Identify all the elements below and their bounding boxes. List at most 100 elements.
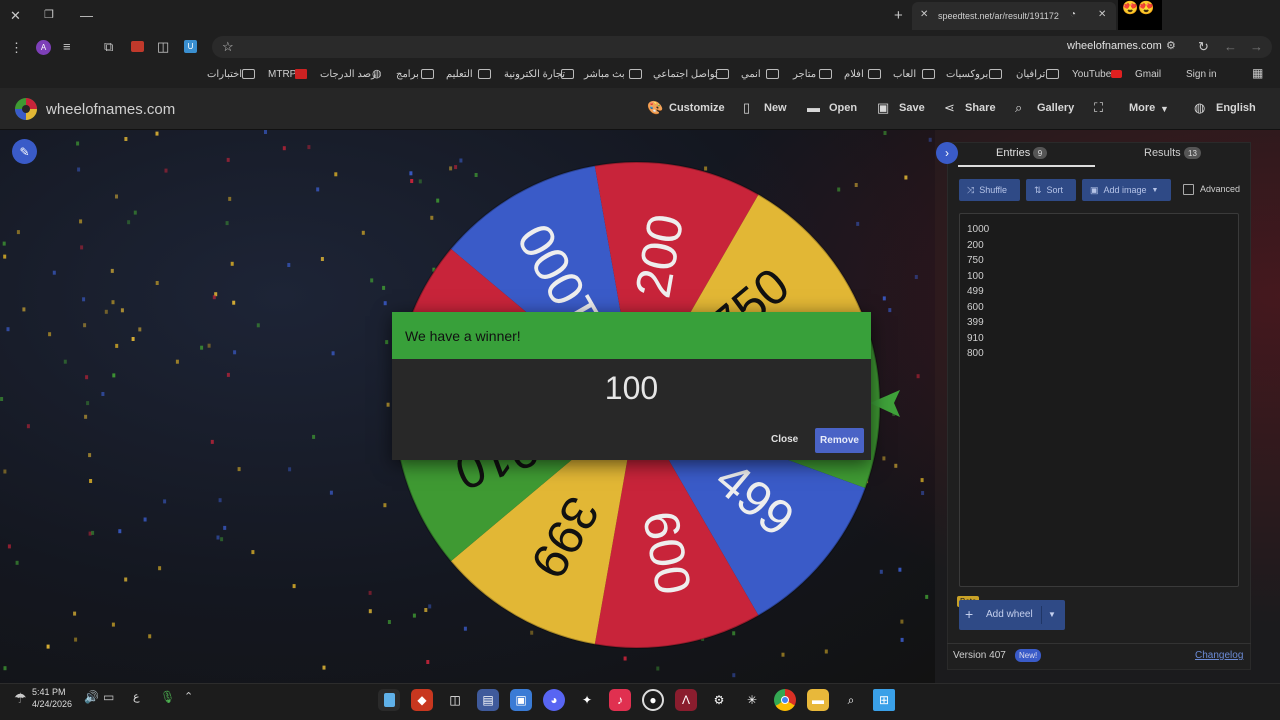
menu-more[interactable]: More [1129, 102, 1155, 114]
chrome-taskbar-icon[interactable] [774, 689, 796, 711]
network-icon[interactable]: ▭ [103, 690, 114, 704]
collapse-panel-chevron-icon[interactable]: › [936, 142, 958, 164]
app-taskbar-icon[interactable]: ✦ [576, 689, 598, 711]
tab-close-icon[interactable]: ✕ [1098, 9, 1106, 20]
close-button[interactable]: Close [771, 434, 798, 445]
app-taskbar-icon[interactable]: Λ [675, 689, 697, 711]
confetti-piece [22, 307, 26, 312]
menu-gallery[interactable]: Gallery [1037, 102, 1074, 114]
reload-icon[interactable]: ↻ [1198, 39, 1209, 55]
sort-button[interactable]: ⇅ Sort [1026, 179, 1076, 201]
discord-taskbar-icon[interactable]: ◕ [543, 689, 565, 711]
bookmark-movies[interactable]: افلام [844, 69, 864, 80]
input-language[interactable]: ع [133, 690, 140, 703]
bookmark-sign-in[interactable]: Sign in [1186, 69, 1217, 80]
tiktok-taskbar-icon[interactable]: ♪ [609, 689, 631, 711]
confetti-piece [164, 168, 168, 173]
bookmark-grades[interactable]: رصد الدرجات [320, 69, 376, 80]
app-taskbar-icon[interactable]: ✳ [741, 689, 763, 711]
changelog-link[interactable]: Changelog [1195, 650, 1243, 661]
notepad-taskbar-icon[interactable] [378, 689, 400, 711]
fullscreen-icon[interactable]: ⛶ [1094, 100, 1103, 116]
bookmark-star-icon[interactable]: ☆ [222, 39, 234, 55]
window-restore-icon[interactable]: ❐ [44, 8, 54, 21]
weather-icon[interactable]: ☂ [14, 690, 27, 707]
bookmark-ecommerce[interactable]: تجارة الكترونية [504, 69, 565, 80]
extensions-icon[interactable]: ⧉ [104, 39, 113, 55]
bookmark-programs[interactable]: برامج [396, 69, 419, 80]
bookmark-tests[interactable]: اختبارات [207, 69, 242, 80]
menu-dots-icon[interactable]: ⋮ [10, 40, 23, 56]
confetti-piece [3, 254, 7, 259]
reading-list-icon[interactable]: ≡ [63, 39, 71, 54]
search-taskbar-icon[interactable]: ⌕ [840, 689, 862, 711]
brave-taskbar-icon[interactable]: ◆ [411, 689, 433, 711]
tab-close-icon[interactable]: ✕ [920, 9, 928, 20]
new-tab-icon[interactable]: + [894, 7, 903, 24]
game-taskbar-icon[interactable]: ◫ [444, 689, 466, 711]
save-icon: ▣ [877, 100, 890, 115]
window-close-icon[interactable]: ✕ [10, 8, 21, 24]
chevron-down-icon[interactable]: ▼ [1048, 610, 1056, 619]
tab-entries[interactable]: Entries [996, 147, 1030, 159]
bookmark-mtrp[interactable]: MTRP [268, 69, 296, 80]
confetti-piece [82, 297, 86, 302]
extension-glasses-icon[interactable]: ◫ [157, 39, 169, 55]
confetti-piece [111, 300, 115, 305]
bookmark-proxies[interactable]: بروكسيات [946, 69, 988, 80]
add-image-button[interactable]: ▣ Add image ▼ [1082, 179, 1171, 201]
bookmark-education[interactable]: التعليم [446, 69, 473, 80]
add-wheel-button[interactable]: + Add wheel ▼ [959, 600, 1065, 630]
app-taskbar-icon[interactable]: ● [642, 689, 664, 711]
apps-grid-icon[interactable]: ▦ [1252, 66, 1263, 80]
advanced-checkbox[interactable] [1183, 184, 1194, 195]
file-explorer-taskbar-icon[interactable]: ▬ [807, 689, 829, 711]
menu-customize[interactable]: Customize [669, 102, 725, 114]
steam-taskbar-icon[interactable]: ⚙ [708, 689, 730, 711]
site-logo-text[interactable]: wheelofnames.com [46, 101, 175, 118]
start-taskbar-icon[interactable]: ⊞ [873, 689, 895, 711]
volume-icon[interactable]: 🔊 [84, 690, 99, 704]
clock-time[interactable]: 5:41 PM [32, 687, 66, 697]
back-icon[interactable]: → [1250, 39, 1263, 54]
add-image-label: Add image [1103, 185, 1147, 195]
extension-u-icon[interactable]: U [184, 40, 197, 53]
app-taskbar-icon[interactable]: ▤ [477, 689, 499, 711]
new-badge: New! [1015, 649, 1042, 662]
shuffle-button[interactable]: ⤨ Shuffle [959, 179, 1020, 201]
app-taskbar-icon[interactable]: ▣ [510, 689, 532, 711]
menu-share[interactable]: Share [965, 102, 996, 114]
bookmark-stores[interactable]: متاجر [793, 69, 816, 80]
profile-avatar[interactable]: A [36, 40, 51, 55]
confetti-piece [623, 656, 627, 661]
entry-line: 800 [967, 348, 984, 359]
menu-open[interactable]: Open [829, 102, 857, 114]
address-bar[interactable]: ☆ wheelofnames.com ⚙ ↻ ← → [212, 36, 1272, 58]
confetti-piece [282, 146, 286, 151]
confetti-piece [921, 491, 925, 495]
clock-date[interactable]: 4/24/2026 [32, 699, 72, 709]
microphone-icon[interactable]: 🎙 [160, 690, 175, 704]
bookmark-live[interactable]: بث مباشر [584, 69, 625, 80]
bookmark-youtube[interactable]: YouTube [1072, 69, 1111, 80]
confetti-piece [163, 499, 167, 504]
extension-red-icon[interactable] [131, 41, 144, 52]
bookmark-travian[interactable]: ترافيان [1016, 69, 1045, 80]
entries-textarea[interactable]: 1000 200 750 100 499 600 399 910 800 [959, 213, 1239, 587]
url-text[interactable]: wheelofnames.com [1067, 40, 1162, 52]
bookmark-social[interactable]: تواصل اجتماعي [653, 69, 718, 80]
tab-results[interactable]: Results [1144, 147, 1181, 159]
bookmark-gmail[interactable]: Gmail [1135, 69, 1161, 80]
forward-icon[interactable]: ← [1224, 39, 1237, 54]
menu-save[interactable]: Save [899, 102, 925, 114]
remove-button[interactable]: Remove [815, 428, 864, 453]
bookmark-games[interactable]: العاب [893, 69, 916, 80]
chevron-up-icon[interactable]: ⌃ [184, 690, 193, 703]
window-minimize-icon[interactable]: — [80, 8, 93, 23]
bookmark-anime[interactable]: انمي [741, 69, 761, 80]
menu-new[interactable]: New [764, 102, 787, 114]
menu-language[interactable]: English [1216, 102, 1256, 114]
site-settings-icon[interactable]: ⚙ [1166, 39, 1176, 52]
wheel-logo-icon[interactable] [13, 97, 39, 121]
tab-speedtest[interactable]: ✕ speedtest.net/ar/result/191172 ◔ ✕ [912, 2, 1116, 30]
